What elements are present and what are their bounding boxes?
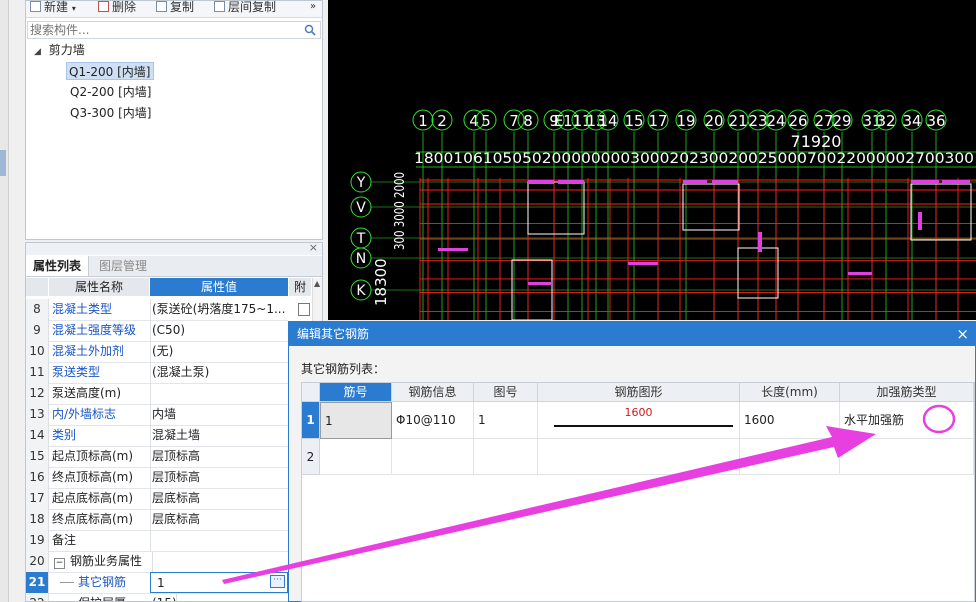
annotation-circle [922, 404, 956, 434]
annotation-arrow [222, 426, 876, 584]
annotation-overlay [222, 404, 956, 584]
